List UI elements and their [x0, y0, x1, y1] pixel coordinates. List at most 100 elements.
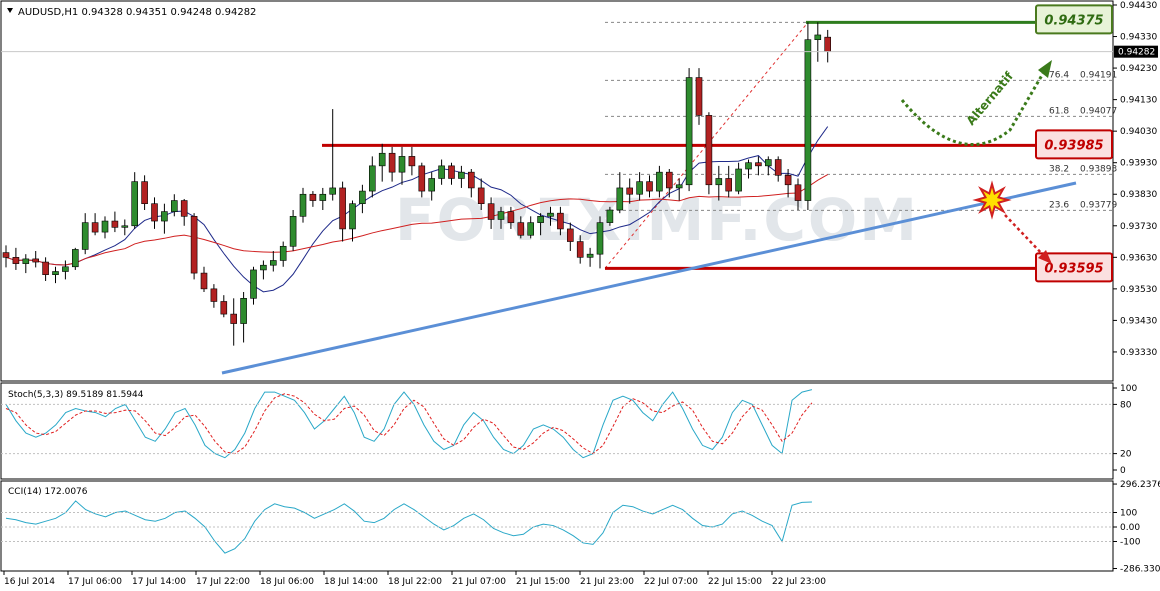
candle-body — [576, 241, 584, 258]
candle-body — [764, 159, 772, 167]
candle-body — [675, 184, 683, 189]
candle-body — [32, 258, 40, 263]
candle-body — [289, 216, 297, 247]
candle-body — [616, 187, 624, 211]
time-tick-label: 18 Jul 14:00 — [324, 577, 378, 587]
cci-tick-label: -286.3309 — [1120, 565, 1160, 575]
time-tick-label: 22 Jul 23:00 — [772, 577, 826, 587]
candle-body — [299, 193, 307, 217]
candle-body — [52, 271, 59, 275]
candle-body — [210, 288, 218, 302]
candle-body — [784, 175, 792, 186]
candle-body — [626, 187, 634, 195]
time-tick-label: 18 Jul 22:00 — [388, 577, 442, 587]
watermark: FOREXIMF.COM — [395, 186, 919, 254]
candle-body — [111, 220, 119, 228]
candle-body — [467, 171, 475, 189]
candle-body — [42, 261, 49, 275]
candle-body — [755, 162, 762, 167]
candle-body — [438, 165, 445, 179]
level-094375-label: 0.94375 — [1044, 13, 1103, 28]
candle-body — [408, 156, 416, 167]
candle-body — [22, 258, 30, 264]
candle-body — [557, 212, 564, 230]
cci-tick-label: -100 — [1120, 538, 1141, 548]
candle-body — [12, 257, 20, 264]
candle-body — [359, 190, 366, 205]
stoch-tick-label: 100 — [1120, 384, 1137, 394]
cci-tick-label: 100 — [1120, 509, 1137, 519]
current-price-label: 0.94282 — [1118, 48, 1155, 58]
candle-body — [665, 171, 673, 189]
candle-body — [101, 220, 109, 233]
candle-body — [487, 203, 495, 220]
fib-ratio-label: 23.6 — [1049, 200, 1069, 210]
time-tick-label: 16 Jul 2014 — [4, 577, 55, 587]
time-tick-label: 18 Jul 06:00 — [260, 577, 314, 587]
candle-body — [774, 159, 782, 176]
candle-body — [725, 178, 733, 192]
candle-body — [368, 165, 376, 192]
candle-body — [646, 181, 653, 192]
stoch-label: Stoch(5,3,3) 89.5189 81.5944 — [8, 390, 144, 400]
candle-body — [200, 272, 208, 290]
candle-body — [715, 178, 723, 186]
candle-body — [566, 228, 574, 242]
forex-chart: FOREXIMF.COM 76.4 0.94191 61.8 0.94077 38.2 0… — [0, 0, 1160, 587]
candle-body — [814, 34, 822, 40]
candle-body — [339, 187, 346, 230]
candle-body — [121, 225, 129, 228]
candle-body — [190, 216, 198, 274]
candle-body — [91, 222, 99, 233]
time-axis: 16 Jul 2014 17 Jul 06:00 17 Jul 14:00 17 Ju… — [3, 571, 826, 587]
candle-body — [685, 77, 693, 186]
candle-body — [507, 211, 515, 223]
stoch-tick-label: 80 — [1120, 400, 1132, 410]
candle-body — [477, 187, 485, 205]
candle-body — [458, 171, 465, 179]
time-tick-label: 17 Jul 14:00 — [132, 577, 186, 587]
candle-body — [448, 165, 455, 179]
candle-body — [151, 203, 158, 222]
candle-body — [527, 222, 535, 236]
candle-body — [141, 181, 148, 205]
price-tick-label: 0.93630 — [1120, 253, 1157, 263]
candle-body — [329, 187, 337, 195]
candle-body — [161, 211, 168, 222]
candle-body — [586, 253, 594, 258]
candle-body — [418, 165, 426, 192]
price-tick-label: 0.94130 — [1120, 96, 1157, 106]
price-tick-label: 0.93430 — [1120, 316, 1157, 326]
candle-body — [250, 269, 257, 299]
candle-body — [269, 260, 277, 266]
candle-body — [171, 200, 178, 212]
price-tick-label: 0.93930 — [1120, 159, 1157, 169]
breakout-burst-icon — [972, 180, 1012, 220]
candle-body — [606, 209, 614, 223]
candle-body — [824, 36, 832, 52]
cci-tick-label: 296.2376 — [1120, 480, 1160, 490]
candle-body — [745, 162, 752, 170]
candle-body — [388, 152, 396, 173]
fib-price-label: 0.93779 — [1080, 200, 1117, 210]
candle-body — [517, 222, 525, 236]
cci-label: CCI(14) 172.0076 — [8, 487, 88, 497]
price-tick-label: 0.93530 — [1120, 285, 1157, 295]
candle-body — [260, 264, 267, 271]
symbol-header: AUDUSD,H1 0.94328 0.94351 0.94248 0.9428… — [18, 7, 256, 18]
fib-price-label: 0.94191 — [1080, 70, 1117, 80]
candle-body — [794, 184, 802, 201]
level-093985-label: 0.93985 — [1044, 138, 1103, 153]
fib-price-label: 0.94077 — [1080, 106, 1117, 116]
candle-body — [537, 216, 544, 223]
candle-body — [309, 193, 317, 201]
candle-body — [279, 245, 287, 261]
cci-tick-label: 0.00 — [1120, 523, 1140, 533]
fib-ratio-label: 61.8 — [1049, 106, 1069, 116]
time-tick-label: 21 Jul 07:00 — [452, 577, 506, 587]
price-tick-label: 0.94230 — [1120, 64, 1157, 74]
time-tick-label: 21 Jul 15:00 — [516, 577, 570, 587]
candle-body — [81, 222, 89, 250]
cci-panel-frame — [0, 480, 1114, 572]
candle-body — [428, 178, 436, 192]
